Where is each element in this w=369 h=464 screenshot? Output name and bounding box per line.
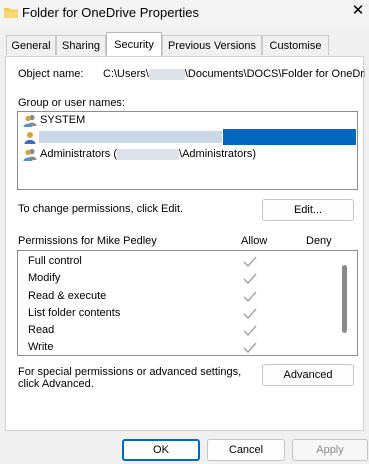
permission-row: Write	[28, 341, 54, 353]
tab-general[interactable]: General	[6, 35, 56, 55]
tab-security[interactable]: Security	[106, 32, 162, 56]
allow-header: Allow	[241, 235, 268, 247]
close-icon[interactable]: ✕	[350, 3, 366, 19]
edit-button[interactable]: Edit...	[262, 199, 354, 221]
tab-customise[interactable]: Customise	[262, 35, 329, 55]
allow-check-icon	[243, 291, 257, 303]
redacted-computer-name	[117, 148, 180, 160]
folder-icon	[4, 8, 18, 18]
permission-row: Full control	[28, 255, 82, 267]
permission-row: Read & execute	[28, 290, 107, 302]
group-user-list[interactable]: SYSTEM Administrators ( \Administrators)	[17, 111, 358, 190]
deny-header: Deny	[306, 235, 332, 247]
window-title: Folder for OneDrive Properties	[22, 5, 200, 20]
change-permissions-hint: To change permissions, click Edit.	[18, 203, 184, 215]
object-path-prefix: C:\Users\	[103, 68, 149, 80]
object-path: C:\Users\ \Documents\DOCS\Folder for OneD…	[103, 68, 365, 80]
list-item-system[interactable]: SYSTEM	[19, 112, 356, 128]
special-permissions-hint: For special permissions or advanced sett…	[18, 366, 242, 390]
redacted-user-name	[39, 131, 222, 143]
ok-button[interactable]: OK	[122, 439, 200, 461]
title-bar: Folder for OneDrive Properties ✕	[0, 0, 369, 28]
advanced-button[interactable]: Advanced	[262, 364, 354, 386]
allow-check-icon	[243, 256, 257, 268]
allow-check-icon	[243, 342, 257, 354]
allow-check-icon	[243, 308, 257, 320]
user-icon	[24, 132, 36, 144]
selection-highlight	[223, 129, 356, 145]
tab-sharing[interactable]: Sharing	[56, 35, 106, 55]
administrators-label: Administrators ( \Administrators)	[40, 146, 256, 162]
permissions-header: Permissions for Mike Pedley	[18, 235, 157, 247]
apply-button[interactable]: Apply	[292, 439, 368, 461]
permission-row: Modify	[28, 272, 61, 284]
object-name-label: Object name:	[18, 68, 84, 80]
admins-suffix: \Administrators)	[179, 148, 257, 160]
group-icon	[23, 148, 37, 161]
list-item-administrators[interactable]: Administrators ( \Administrators)	[19, 146, 356, 162]
system-label: SYSTEM	[40, 114, 86, 126]
group-label: Group or user names:	[18, 97, 125, 109]
permissions-list[interactable]: Full control Modify Read & execute List …	[17, 250, 358, 356]
cancel-button[interactable]: Cancel	[207, 439, 285, 461]
redacted-username	[148, 68, 185, 80]
tab-previous-versions[interactable]: Previous Versions	[162, 35, 262, 55]
allow-check-icon	[243, 273, 257, 285]
permission-row: Read	[28, 324, 55, 336]
list-item-selected-user[interactable]	[19, 129, 356, 145]
admins-prefix: Administrators (	[40, 148, 118, 160]
object-path-suffix: \Documents\DOCS\Folder for OneDriv	[184, 68, 365, 80]
group-icon	[23, 114, 37, 127]
permissions-scrollbar[interactable]	[342, 265, 347, 333]
allow-check-icon	[243, 325, 257, 337]
permission-row: List folder contents	[28, 307, 121, 319]
